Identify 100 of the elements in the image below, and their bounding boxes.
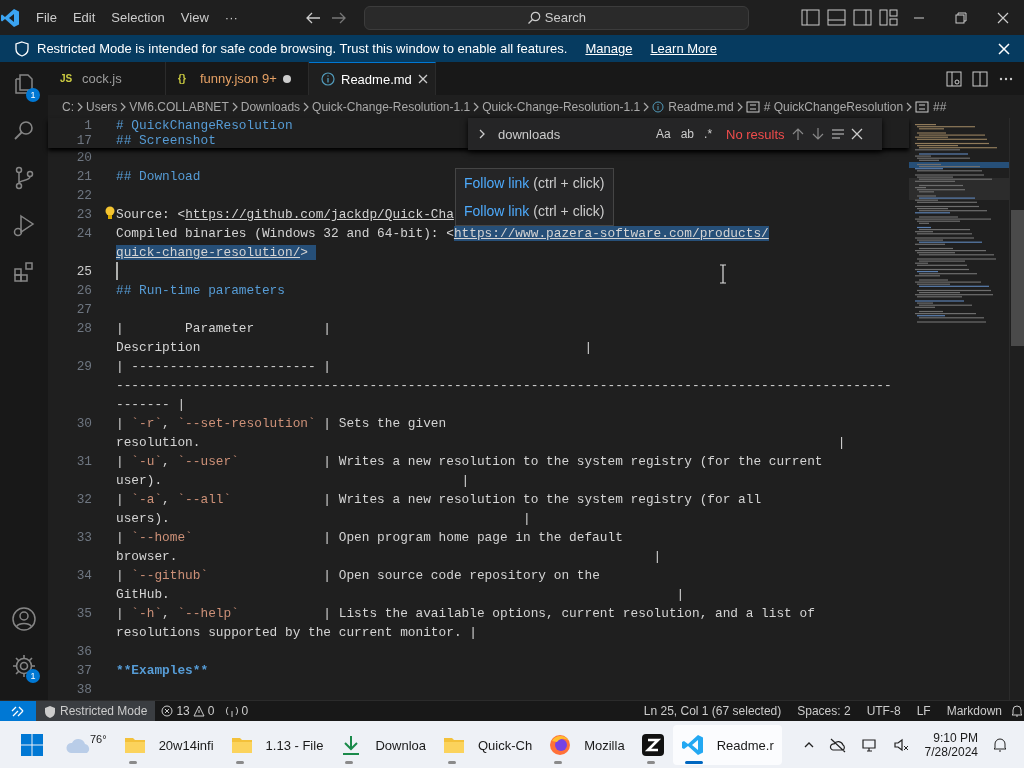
status-item[interactable]: UTF-8 — [858, 704, 909, 718]
status-item[interactable]: Markdown — [938, 704, 1010, 718]
close-icon[interactable] — [417, 74, 428, 84]
code-text: Source: < — [116, 207, 186, 222]
line-number: 23 — [75, 206, 93, 224]
open-preview-icon[interactable] — [946, 70, 962, 87]
breadcrumb-item[interactable]: Quick-Change-Resolution-1.1 — [482, 99, 641, 114]
menu-item[interactable]: Selection — [103, 10, 173, 25]
breadcrumb-item[interactable]: # QuickChangeResolution — [745, 99, 904, 114]
split-editor-icon[interactable] — [972, 70, 988, 87]
close-icon[interactable] — [850, 128, 863, 140]
info-icon — [321, 72, 335, 86]
weather-widget[interactable]: 76° — [64, 733, 107, 757]
status-item[interactable]: Ln 25, Col 1 (67 selected) — [635, 704, 790, 718]
layout-icon[interactable] — [879, 9, 898, 26]
status-item[interactable]: LF — [908, 704, 939, 718]
bell-icon[interactable] — [992, 737, 1008, 753]
secondary-sidebar-icon[interactable] — [853, 9, 872, 26]
globe-icon[interactable] — [548, 733, 573, 757]
menu-item[interactable]: Edit — [64, 10, 104, 25]
problems-item[interactable]: 13 0 — [155, 704, 221, 718]
speaker-muted-icon[interactable] — [892, 737, 911, 753]
find-option[interactable]: Aa — [654, 127, 673, 141]
account-icon[interactable] — [11, 606, 37, 632]
up-arrow-icon[interactable] — [790, 127, 805, 141]
breadcrumb-item[interactable]: C: — [62, 99, 74, 114]
selected-text: > — [300, 245, 316, 260]
taskbar-app[interactable]: Quick-Ch — [434, 725, 541, 765]
menu-item[interactable]: File — [28, 10, 65, 25]
editor-tab[interactable]: Readme.md — [309, 62, 436, 95]
info-icon — [652, 100, 665, 113]
find-result: No results — [726, 126, 785, 142]
follow-link[interactable]: Follow link — [464, 175, 530, 191]
chevron-icon — [302, 101, 311, 112]
selected-url[interactable]: quick-change-resolution/ — [116, 245, 301, 260]
code-text: | — [116, 568, 125, 583]
monitor-icon[interactable] — [860, 737, 879, 753]
menu-item[interactable]: ··· — [216, 10, 246, 25]
restore-icon[interactable] — [955, 11, 967, 24]
line-number: 32 — [75, 491, 93, 509]
code-text: resolution. | — [116, 435, 846, 450]
panel-toggle-icon[interactable] — [827, 9, 846, 26]
line-number: 35 — [75, 605, 93, 623]
start-icon[interactable] — [20, 733, 44, 757]
cloud-off-icon[interactable] — [828, 737, 847, 753]
restricted-mode-item[interactable]: Restricted Mode — [36, 701, 156, 721]
taskbar-app[interactable]: 1.13 - File — [221, 725, 332, 765]
taskbar-app[interactable]: Readme.r — [672, 725, 782, 765]
chevron-icon — [119, 101, 128, 112]
list-lines-icon[interactable] — [830, 127, 845, 141]
selected-url[interactable]: https://www.pazera-software.com/products/ — [453, 226, 769, 241]
menu-item[interactable]: View — [172, 10, 217, 25]
code-text: | — [116, 606, 125, 621]
sidebar-toggle-icon[interactable] — [801, 9, 820, 26]
code-text: | Writes a new resolution to the system registry (for all — [322, 492, 762, 507]
banner-link[interactable]: Manage — [585, 41, 633, 56]
z-app-icon[interactable] — [640, 733, 665, 757]
error-icon — [161, 705, 174, 717]
taskbar-app[interactable]: 20w14infi — [114, 725, 222, 765]
breadcrumb-item[interactable]: VM6.COLLABNET — [129, 99, 229, 114]
find-option[interactable]: .* — [702, 127, 715, 141]
taskbar-app[interactable]: Downloa — [331, 725, 434, 765]
banner-link[interactable]: Learn More — [650, 41, 717, 56]
breadcrumb-item[interactable]: Downloads — [240, 99, 301, 114]
ports-item[interactable]: 0 — [220, 704, 255, 718]
breadcrumb-item[interactable]: Quick-Change-Resolution-1.1 — [312, 99, 471, 114]
find-option[interactable]: ab — [678, 127, 697, 141]
code-span: `--all` — [177, 492, 232, 507]
code-editor-icon[interactable] — [680, 733, 705, 757]
editor-tab[interactable]: JS cock.js — [48, 62, 166, 95]
scrollbar[interactable] — [1009, 118, 1024, 700]
banner-message: Restricted Mode is intended for safe code browsing. Trust this window to enable all features. — [37, 41, 568, 56]
breadcrumb-item[interactable]: ## — [915, 99, 947, 114]
follow-link[interactable]: Follow link — [464, 203, 530, 219]
code-span: `--help` — [177, 606, 239, 621]
code-span: `--github` — [131, 568, 209, 583]
search-label: Search — [544, 10, 586, 25]
line-number: 38 — [75, 681, 93, 699]
code-text: , — [162, 492, 171, 507]
code-span: `-r` — [131, 416, 163, 431]
extensions-icon[interactable] — [12, 260, 36, 284]
close-icon[interactable] — [997, 11, 1009, 24]
files-icon[interactable] — [12, 72, 36, 96]
clock[interactable]: 9:10 PM 7/28/2024 — [924, 731, 978, 759]
lightbulb-icon[interactable] — [104, 206, 116, 220]
url-link[interactable]: https://github.com/jackdp/Quick-Cha — [185, 207, 454, 222]
notification-badge: 1 — [26, 88, 40, 102]
remote-button[interactable] — [0, 701, 36, 721]
breadcrumb-item[interactable]: Readme.md — [652, 99, 734, 114]
run-debug-icon[interactable] — [12, 213, 36, 237]
command-search[interactable]: Search — [363, 5, 749, 30]
line-number: 31 — [75, 453, 93, 471]
down-arrow-icon[interactable] — [810, 127, 825, 141]
taskbar-app[interactable]: Mozilla — [540, 725, 633, 765]
gear-icon[interactable] — [11, 653, 37, 679]
code-text: ----------------------------------------------------------------------------------------------------- — [116, 378, 892, 393]
code-text: | Parameter | — [116, 321, 332, 336]
breadcrumb-item[interactable]: Users — [86, 99, 118, 114]
code-text: | — [116, 416, 125, 431]
status-item[interactable]: Spaces: 2 — [789, 704, 859, 718]
